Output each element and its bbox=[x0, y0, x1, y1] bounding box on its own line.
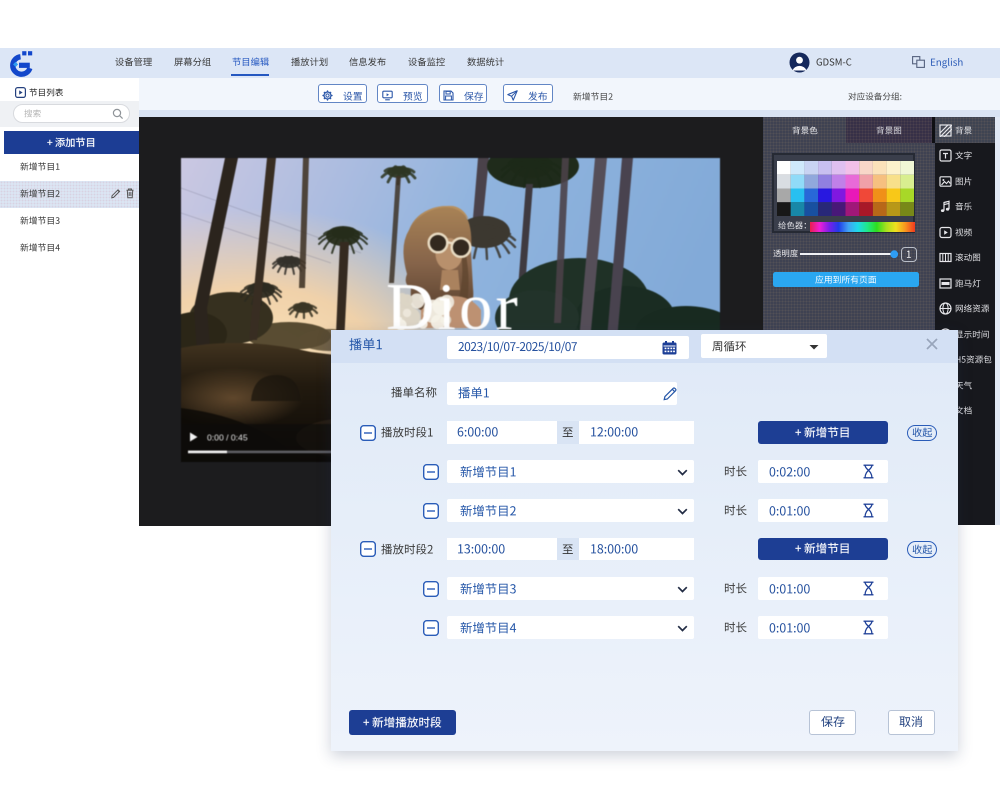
svg-text:0:00 / 0:45: 0:00 / 0:45 bbox=[207, 433, 248, 443]
svg-text:片: 片 bbox=[963, 175, 972, 186]
